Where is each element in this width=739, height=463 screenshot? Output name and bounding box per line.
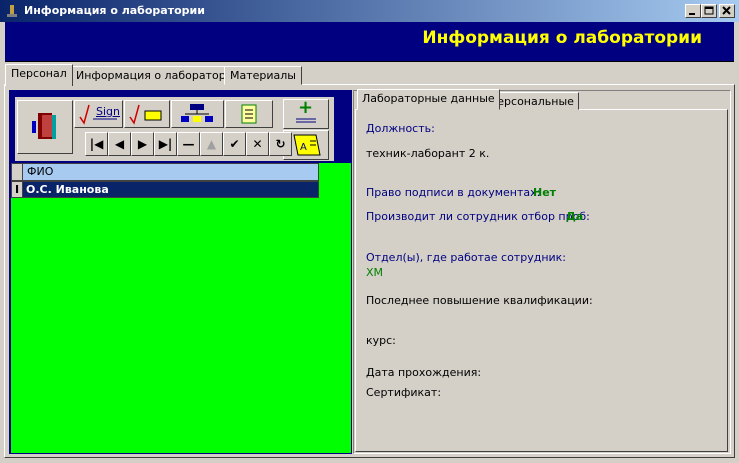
nav-cancel-button[interactable]: ✕: [246, 132, 269, 156]
tab-materials[interactable]: Материалы: [224, 66, 302, 85]
details-tab-panel: [355, 109, 728, 452]
checkmark-folder-icon: [129, 104, 162, 125]
header-banner: Информация о лаборатории: [5, 22, 734, 62]
header-title: Информация о лаборатории: [422, 28, 702, 48]
row-indicator: I: [11, 181, 23, 198]
add-button[interactable]: +: [283, 97, 329, 129]
nav-last-button[interactable]: ▶|: [154, 132, 177, 156]
nav-prev-button[interactable]: ◀: [108, 132, 131, 156]
tab-lab-data[interactable]: Лабораторные данные: [357, 89, 500, 110]
svg-text:A: A: [300, 142, 307, 153]
close-button[interactable]: [719, 4, 735, 18]
maximize-icon: [704, 6, 714, 15]
cell-fio[interactable]: О.С. Иванова: [26, 183, 109, 196]
department-value: ХМ: [366, 266, 384, 279]
certificate-label: Сертификат:: [366, 386, 442, 399]
nav-next-button[interactable]: ▶: [131, 132, 154, 156]
date-label: Дата прохождения:: [366, 366, 482, 379]
notes-icon: [241, 104, 257, 124]
personnel-grid[interactable]: [11, 163, 351, 453]
sign-button[interactable]: Sign: [74, 100, 123, 128]
sign-right-label: Право подписи в документах:: [366, 186, 541, 199]
minimize-button[interactable]: [685, 4, 701, 18]
maximize-button[interactable]: [701, 4, 717, 18]
minimize-icon: [689, 13, 695, 15]
nav-post-button[interactable]: ✔: [223, 132, 246, 156]
equals-icon: [296, 118, 316, 123]
window-title: Информация о лаборатории: [24, 4, 205, 17]
sign-right-value: Нет: [533, 186, 557, 199]
hierarchy-icon: [181, 104, 213, 122]
position-value: техник-лаборант 2 к.: [366, 147, 490, 160]
nav-delete-button[interactable]: —: [177, 132, 200, 156]
book-icon: [32, 113, 56, 139]
close-icon: [722, 6, 731, 15]
sampling-value: Да: [566, 210, 584, 223]
sign-label: Sign: [96, 105, 120, 118]
qualification-label: Последнее повышение квалификации:: [366, 294, 593, 307]
nav-first-button[interactable]: |◀: [85, 132, 108, 156]
nav-refresh-button[interactable]: ↻: [269, 132, 292, 156]
department-label: Отдел(ы), где работае сотрудник:: [366, 251, 567, 264]
grid-header: [11, 163, 319, 181]
app-icon: [4, 3, 20, 19]
tab-personnel[interactable]: Персонал: [5, 64, 73, 86]
add-icon: +: [298, 97, 314, 118]
book-button[interactable]: [17, 100, 73, 154]
nav-up-button[interactable]: ▲: [200, 132, 223, 156]
sampling-label: Производит ли сотрудник отбор проб:: [366, 210, 590, 223]
position-label: Должность:: [366, 122, 435, 135]
notes-button[interactable]: [225, 100, 273, 128]
tab-lab-info[interactable]: Информация о лаборатории: [70, 66, 246, 85]
column-header-fio[interactable]: ФИО: [27, 165, 53, 178]
grid-indicator-header: [11, 163, 23, 181]
course-label: курс:: [366, 334, 396, 347]
hierarchy-button[interactable]: [171, 100, 224, 128]
sign-folder-button[interactable]: [124, 100, 170, 128]
